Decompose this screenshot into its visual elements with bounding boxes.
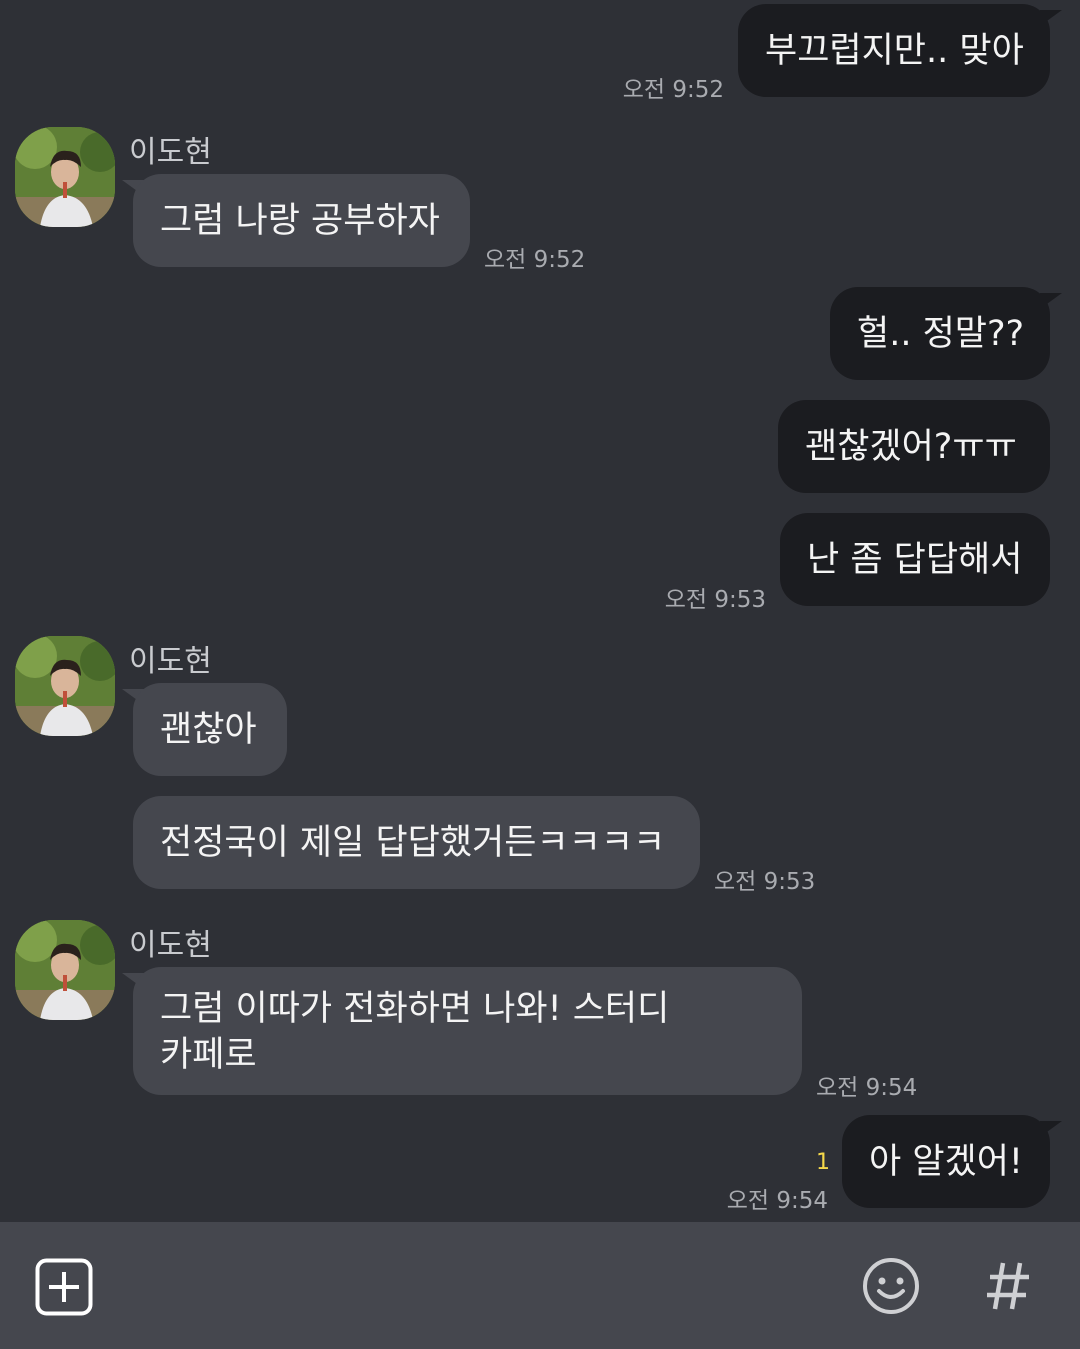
message-time: 오전 9:53 [664, 587, 766, 613]
message-text: 괜찮아 [160, 709, 257, 750]
hashtag-icon[interactable] [985, 1260, 1031, 1316]
their-message-bubble[interactable]: 전정국이 제일 답답했거든ㅋㅋㅋㅋ [133, 796, 700, 889]
sender-name: 이도현 [129, 644, 212, 679]
bubble-tail [1040, 10, 1062, 26]
message-text: 헐.. 정말?? [857, 313, 1025, 354]
message-text: 그럼 이따가 전화하면 나와! 스터디 카페로 [160, 989, 670, 1075]
my-message-bubble[interactable]: 아 알겠어! [842, 1115, 1050, 1208]
my-message-bubble[interactable]: 난 좀 답답해서 [780, 513, 1050, 606]
chat-area: 부끄럽지만.. 맞아 오전 9:52 이도현 그럼 나랑 공부하자 오전 9:5… [0, 0, 1080, 1222]
profile-photo [15, 636, 115, 736]
plus-square-icon[interactable] [35, 1258, 93, 1320]
message-text: 난 좀 답답해서 [807, 539, 1023, 580]
my-message-bubble[interactable]: 헐.. 정말?? [830, 287, 1050, 380]
profile-photo [15, 920, 115, 1020]
message-time: 오전 9:53 [714, 869, 816, 895]
message-text: 그럼 나랑 공부하자 [160, 200, 440, 241]
message-text: 아 알겠어! [869, 1141, 1023, 1182]
message-text: 부끄럽지만.. 맞아 [765, 30, 1024, 71]
message-time: 오전 9:52 [622, 77, 724, 103]
their-message-bubble[interactable]: 괜찮아 [133, 683, 287, 776]
message-time: 오전 9:54 [726, 1188, 828, 1214]
profile-photo [15, 127, 115, 227]
message-text: 전정국이 제일 답답했거든ㅋㅋㅋㅋ [160, 822, 666, 863]
profile-avatar[interactable] [15, 127, 115, 227]
profile-avatar[interactable] [15, 920, 115, 1020]
their-message-bubble[interactable]: 그럼 이따가 전화하면 나와! 스터디 카페로 [133, 967, 802, 1095]
message-text: 괜찮겠어?ㅠㅠ [805, 426, 1017, 467]
sender-name: 이도현 [129, 928, 212, 963]
bubble-tail [1040, 293, 1062, 309]
profile-avatar[interactable] [15, 636, 115, 736]
message-time: 오전 9:52 [484, 247, 586, 273]
my-message-bubble[interactable]: 부끄럽지만.. 맞아 [738, 4, 1050, 97]
smiley-icon[interactable] [862, 1257, 920, 1319]
message-time: 오전 9:54 [816, 1075, 918, 1101]
unread-count: 1 [816, 1150, 830, 1175]
message-composer-bar [0, 1222, 1080, 1349]
sender-name: 이도현 [129, 135, 212, 170]
their-message-bubble[interactable]: 그럼 나랑 공부하자 [133, 174, 470, 267]
my-message-bubble[interactable]: 괜찮겠어?ㅠㅠ [778, 400, 1050, 493]
bubble-tail [1040, 1121, 1062, 1137]
